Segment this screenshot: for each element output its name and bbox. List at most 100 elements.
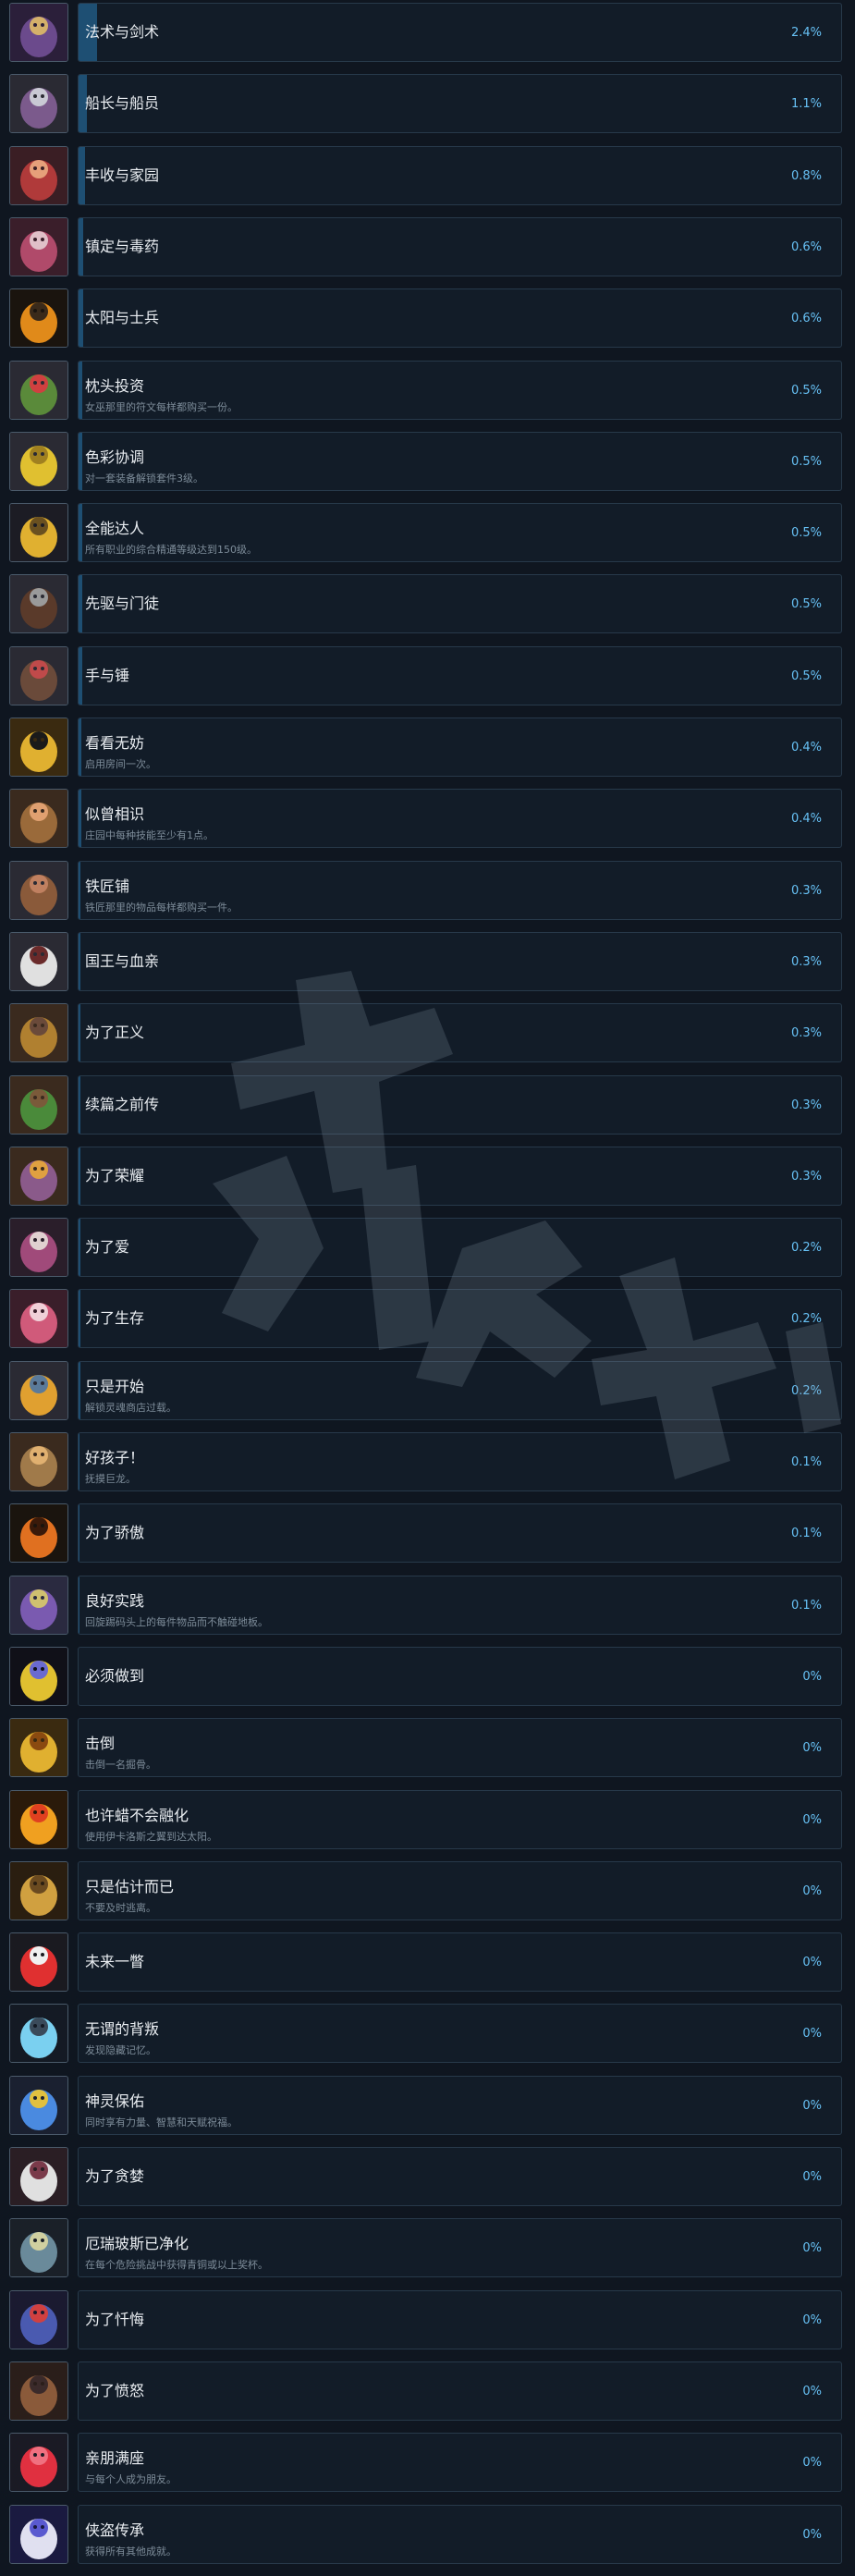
achievement-row[interactable]: 良好实践 回旋踢码头上的每件物品而不触碰地板。 0.1%	[0, 1573, 855, 1643]
achievement-row[interactable]: 法术与剑术 2.4%	[0, 0, 855, 70]
achievement-name: 国王与血亲	[85, 951, 160, 970]
love-icon	[9, 1218, 68, 1278]
achievement-row[interactable]: 太阳与士兵 0.6%	[0, 286, 855, 356]
achievement-panel: 看看无妨 启用房间一次。 0.4%	[78, 718, 842, 777]
achievement-row[interactable]: 先驱与门徒 0.5%	[0, 571, 855, 642]
achievement-panel: 手与锤 0.5%	[78, 645, 842, 705]
achievement-description: 铁匠那里的物品每样都购买一件。	[85, 901, 238, 914]
achievement-name: 铁匠铺	[85, 877, 130, 895]
achievement-row[interactable]: 看看无妨 启用房间一次。 0.4%	[0, 715, 855, 785]
achievement-description: 解锁灵魂商店过载。	[85, 1401, 177, 1414]
achievement-panel: 无谓的背叛 发现隐藏记忆。 0%	[78, 2004, 842, 2064]
achievement-row[interactable]: 神灵保佑 同时享有力量、智慧和天赋祝福。 0%	[0, 2073, 855, 2143]
achievement-row[interactable]: 好孩子！ 抚摸巨龙。 0.1%	[0, 1429, 855, 1500]
achievement-row[interactable]: 无谓的背叛 发现隐藏记忆。 0%	[0, 2001, 855, 2071]
achievement-panel: 神灵保佑 同时享有力量、智慧和天赋祝福。 0%	[78, 2075, 842, 2135]
achievement-row[interactable]: 国王与血亲 0.3%	[0, 929, 855, 1000]
achievement-panel: 色彩协调 对一套装备解锁套件3级。 0.5%	[78, 431, 842, 491]
eye-gear-icon	[9, 718, 68, 777]
achievement-name: 色彩协调	[85, 448, 145, 466]
achievement-panel: 为了生存 0.2%	[78, 1289, 842, 1349]
unlock-percent: 0%	[802, 2027, 822, 2042]
erebus-icon	[9, 2218, 68, 2278]
achievement-name: 必须做到	[85, 1666, 145, 1685]
achievement-row[interactable]: 丰收与家园 0.8%	[0, 143, 855, 214]
achievement-description: 对一套装备解锁套件3级。	[85, 472, 203, 485]
achievement-row[interactable]: 色彩协调 对一套装备解锁套件3级。 0.5%	[0, 429, 855, 499]
unlock-percent: 0.5%	[790, 383, 822, 398]
achievement-row[interactable]: 为了正义 0.3%	[0, 1000, 855, 1071]
achievement-panel: 必须做到 0%	[78, 1646, 842, 1706]
achievement-name: 良好实践	[85, 1591, 145, 1610]
achievement-row[interactable]: 手与锤 0.5%	[0, 644, 855, 714]
achievement-row[interactable]: 只是开始 解锁灵魂商店过载。 0.2%	[0, 1358, 855, 1429]
hearts-icon	[9, 2433, 68, 2493]
blacksmith-icon	[9, 860, 68, 920]
achievement-panel: 为了贪婪 0%	[78, 2147, 842, 2206]
achievement-name: 太阳与士兵	[85, 309, 160, 327]
unlock-percent: 0.5%	[790, 669, 822, 683]
achievement-row[interactable]: 船长与船员 1.1%	[0, 71, 855, 141]
unlock-percent: 0%	[802, 2241, 822, 2256]
achievement-row[interactable]: 为了爱 0.2%	[0, 1215, 855, 1285]
achievement-row[interactable]: 为了荣耀 0.3%	[0, 1144, 855, 1214]
achievement-row[interactable]: 击倒 击倒一名掘骨。 0%	[0, 1715, 855, 1785]
achievement-name: 厄瑞玻斯已净化	[85, 2235, 189, 2253]
unlock-percent: 0.1%	[790, 1527, 822, 1541]
wheel-icon	[9, 503, 68, 563]
achievement-name: 看看无妨	[85, 734, 145, 752]
achievement-name: 侠盗传承	[85, 2521, 145, 2539]
achievement-panel: 侠盗传承 获得所有其他成就。 0%	[78, 2504, 842, 2564]
achievement-row[interactable]: 镇定与毒药 0.6%	[0, 215, 855, 285]
achievement-row[interactable]: 为了忏悔 0%	[0, 2288, 855, 2358]
achievement-row[interactable]: 只是估计而已不要及时逃离。 0%	[0, 1858, 855, 1929]
achievement-name: 镇定与毒药	[85, 237, 160, 255]
unlock-rate-bar	[79, 1290, 80, 1348]
achievement-panel: 未来一瞥 0%	[78, 1932, 842, 1993]
achievement-description: 同时享有力量、智慧和天赋祝福。	[85, 2116, 238, 2128]
achievement-name: 无谓的背叛	[85, 2020, 160, 2039]
achievement-name: 好孩子！	[85, 1449, 145, 1466]
achievement-description: 获得所有其他成就。	[85, 2545, 177, 2558]
red-eye-icon	[9, 1932, 68, 1993]
achievement-panel: 也许蜡不会融化 使用伊卡洛斯之翼到达太阳。 0%	[78, 1789, 842, 1849]
achievement-row[interactable]: 续篇之前传 0.3%	[0, 1073, 855, 1143]
achievement-row[interactable]: 必须做到 0%	[0, 1644, 855, 1714]
achievement-row[interactable]: 亲朋满座 与每个人成为朋友。 0%	[0, 2430, 855, 2500]
unlock-percent: 0%	[802, 2384, 822, 2398]
achievement-description: 抚摸巨龙。	[85, 1473, 136, 1485]
unlock-rate-bar	[79, 1004, 81, 1062]
achievement-name: 神灵保佑	[85, 2091, 145, 2110]
achievement-row[interactable]: 全能达人 所有职业的综合精通等级达到150级。 0.5%	[0, 500, 855, 570]
dragon-icon	[9, 1432, 68, 1491]
achievement-panel: 亲朋满座 与每个人成为朋友。 0%	[78, 2433, 842, 2493]
achievement-row[interactable]: 未来一瞥 0%	[0, 1930, 855, 2000]
unlock-percent: 0.2%	[790, 1383, 822, 1398]
unlock-rate-bar	[79, 146, 85, 204]
poison-icon	[9, 216, 68, 276]
achievement-row[interactable]: 为了生存 0.2%	[0, 1286, 855, 1356]
achievement-row[interactable]: 为了贪婪 0%	[0, 2144, 855, 2214]
unlock-percent: 0.3%	[790, 883, 822, 898]
memory-orb-icon	[9, 2004, 68, 2064]
achievement-row[interactable]: 为了骄傲 0.1%	[0, 1501, 855, 1571]
unlock-percent: 0%	[802, 1883, 822, 1898]
achievement-name: 只是估计而已	[85, 1877, 175, 1895]
achievement-panel: 先驱与门徒 0.5%	[78, 574, 842, 634]
achievement-row[interactable]: 枕头投资 女巫那里的符文每样都购买一份。 0.5%	[0, 358, 855, 428]
achievement-name: 为了正义	[85, 1024, 145, 1042]
achievement-row[interactable]: 为了愤怒 0%	[0, 2359, 855, 2429]
achievement-row[interactable]: 铁匠铺铁匠那里的物品每样都购买一件。 0.3%	[0, 858, 855, 928]
blessing-icon	[9, 2075, 68, 2135]
achievement-row[interactable]: 厄瑞玻斯已净化 在每个危险挑战中获得青铜或以上奖杯。 0%	[0, 2215, 855, 2286]
achievement-row[interactable]: 也许蜡不会融化 使用伊卡洛斯之翼到达太阳。 0%	[0, 1787, 855, 1858]
clock-icon	[9, 1860, 68, 1920]
achievement-row[interactable]: 似曾相识 庄园中每种技能至少有1点。 0.4%	[0, 786, 855, 856]
achievement-name: 手与锤	[85, 666, 130, 684]
tree-icon	[9, 1074, 68, 1135]
achievement-panel: 好孩子！ 抚摸巨龙。 0.1%	[78, 1432, 842, 1491]
achievement-description: 不要及时逃离。	[85, 1901, 156, 1914]
unlock-rate-bar	[79, 361, 83, 419]
achievement-row[interactable]: 侠盗传承 获得所有其他成就。 0%	[0, 2502, 855, 2572]
achievement-name: 为了生存	[85, 1309, 145, 1328]
